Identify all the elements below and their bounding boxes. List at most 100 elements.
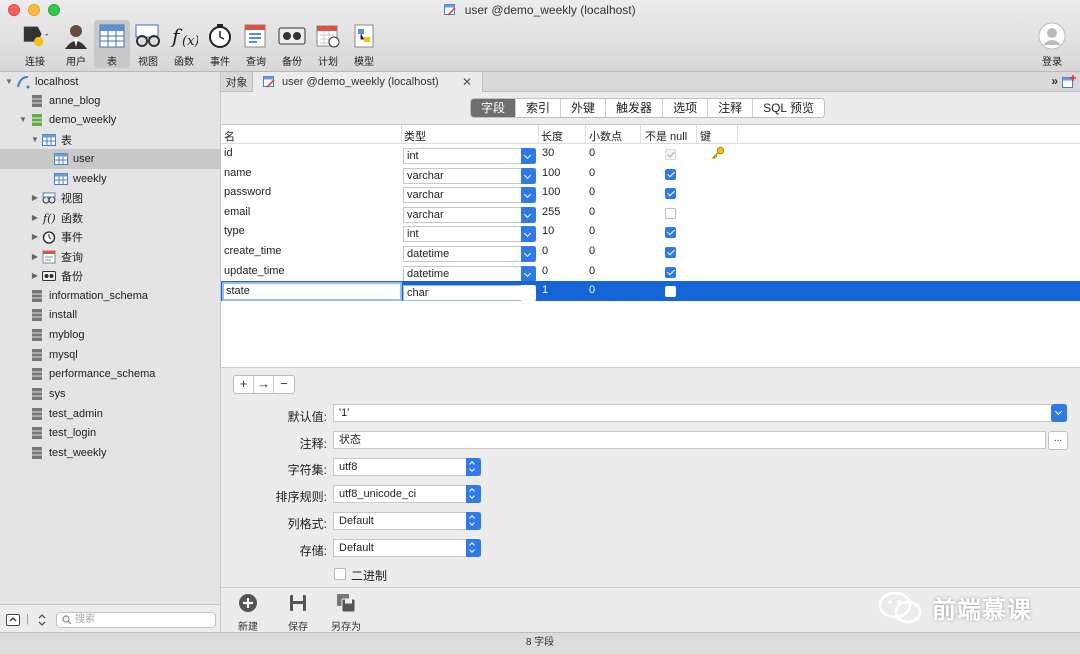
table-row[interactable]: email varchar 255 0 [221, 203, 1080, 223]
field-length[interactable]: 0 [542, 245, 548, 257]
not-null-checkbox[interactable] [665, 168, 676, 180]
field-decimals[interactable]: 0 [589, 284, 595, 296]
table-row[interactable]: name varchar 100 0 [221, 164, 1080, 184]
chevron-down-icon[interactable] [521, 285, 536, 302]
field-name[interactable]: password [224, 186, 271, 198]
not-null-checkbox[interactable] [665, 266, 676, 278]
field-decimals[interactable]: 0 [589, 147, 595, 159]
segment-fields[interactable]: 字段 [471, 99, 517, 117]
tree-item-anne-blog[interactable]: anne_blog [30, 91, 100, 110]
toolbar-function-button[interactable]: f (x) 函数 [166, 20, 202, 68]
tree-item-queries[interactable]: ▶ 查询 [30, 247, 83, 266]
tree-item-install[interactable]: install [30, 305, 77, 324]
more-tabs-icon[interactable]: » [1051, 74, 1058, 88]
field-decimals[interactable]: 0 [589, 206, 595, 218]
tree-item-events[interactable]: ▶ 事件 [30, 227, 83, 246]
charset-select[interactable]: utf8 [333, 458, 481, 476]
field-name[interactable]: name [224, 167, 252, 179]
default-value-field[interactable]: '1' [333, 404, 1067, 422]
collapse-arrow-icon[interactable]: ▶ [30, 271, 40, 280]
tree-item-test-login[interactable]: test_login [30, 423, 96, 442]
field-type-select[interactable]: datetime [403, 265, 536, 282]
add-field-button[interactable]: + [234, 376, 254, 393]
not-null-checkbox[interactable] [665, 188, 676, 200]
field-decimals[interactable]: 0 [589, 245, 595, 257]
tree-item-backups[interactable]: ▶ 备份 [30, 266, 83, 285]
field-name[interactable]: create_time [224, 245, 281, 257]
save-as-button[interactable]: 另存为 [331, 592, 361, 633]
chevron-updown-icon[interactable] [466, 512, 481, 530]
tab-objects[interactable]: 对象 [221, 72, 253, 92]
not-null-checkbox[interactable] [665, 247, 676, 258]
tree-item-sys[interactable]: sys [30, 384, 66, 403]
field-length[interactable]: 255 [542, 206, 560, 218]
field-name-editor[interactable]: state [222, 282, 402, 302]
chevron-down-icon[interactable] [1051, 404, 1067, 422]
chevron-down-icon[interactable] [521, 148, 536, 164]
segment-indexes[interactable]: 索引 [516, 99, 562, 117]
field-type-select[interactable]: varchar [403, 167, 536, 184]
binary-checkbox[interactable] [334, 568, 346, 580]
chevron-down-icon[interactable] [521, 265, 536, 282]
field-name[interactable]: update_time [224, 265, 285, 277]
field-length[interactable]: 100 [542, 167, 560, 179]
sidebar-toggle-icon[interactable] [6, 614, 20, 626]
tree-item-test-admin[interactable]: test_admin [30, 404, 103, 423]
not-null-checkbox[interactable] [665, 207, 676, 219]
toolbar-model-button[interactable]: 模型 [346, 20, 382, 68]
expand-arrow-icon[interactable]: ▼ [18, 115, 28, 124]
comment-field[interactable]: 状态 [333, 431, 1046, 449]
field-length[interactable]: 30 [542, 147, 554, 159]
tree-item-views[interactable]: ▶ 视图 [30, 188, 83, 207]
column-format-select[interactable]: Default [333, 512, 481, 530]
field-type-select[interactable]: int [403, 148, 536, 164]
table-row[interactable]: update_time datetime 0 0 [221, 262, 1080, 282]
tree-item-information-schema[interactable]: information_schema [30, 286, 148, 305]
toolbar-table-button[interactable]: 表 [94, 20, 130, 68]
comment-expand-button[interactable]: ... [1048, 431, 1068, 450]
insert-field-button[interactable]: → [254, 376, 274, 393]
table-row[interactable]: type int 10 0 [221, 222, 1080, 243]
toolbar-event-button[interactable]: 事件 [202, 20, 238, 68]
header-type[interactable]: 类型 [404, 128, 426, 144]
header-decimals[interactable]: 小数点 [589, 128, 622, 144]
save-button[interactable]: 保存 [287, 592, 309, 633]
segment-sql-preview[interactable]: SQL 预览 [753, 99, 824, 117]
segment-foreign-keys[interactable]: 外键 [561, 99, 607, 117]
tab-user-design[interactable]: user @demo_weekly (localhost) ✕ [253, 72, 483, 92]
tree-item-test-weekly[interactable]: test_weekly [30, 443, 106, 462]
tree-item-functions[interactable]: ▶ f() 函数 [30, 208, 83, 227]
chevron-down-icon[interactable] [521, 206, 536, 223]
header-name[interactable]: 名 [224, 128, 235, 144]
chevron-down-icon[interactable] [521, 167, 536, 184]
chevron-down-icon[interactable] [521, 226, 536, 243]
field-type-select[interactable]: char [403, 285, 536, 302]
field-name[interactable]: id [224, 147, 233, 159]
collation-select[interactable]: utf8_unicode_ci [333, 485, 481, 503]
field-decimals[interactable]: 0 [589, 186, 595, 198]
field-length[interactable]: 10 [542, 225, 554, 237]
close-tab-icon[interactable]: ✕ [462, 75, 472, 89]
field-decimals[interactable]: 0 [589, 167, 595, 179]
segment-options[interactable]: 选项 [663, 99, 709, 117]
login-button[interactable]: 登录 [1032, 20, 1072, 68]
chevron-updown-icon[interactable] [466, 458, 481, 476]
chevron-down-icon[interactable] [521, 246, 536, 262]
tree-item-demo-weekly[interactable]: ▼ demo_weekly [18, 110, 116, 129]
toolbar-schedule-button[interactable]: 计划 [310, 20, 346, 68]
field-type-select[interactable]: int [403, 226, 536, 243]
header-key[interactable]: 键 [700, 128, 711, 144]
collapse-arrow-icon[interactable]: ▶ [30, 252, 40, 261]
header-not-null[interactable]: 不是 null [645, 128, 687, 144]
field-name[interactable]: type [224, 225, 245, 237]
field-type-select[interactable]: varchar [403, 187, 536, 204]
segment-triggers[interactable]: 触发器 [606, 99, 664, 117]
expand-arrow-icon[interactable]: ▼ [4, 77, 14, 86]
tree-item-table-user[interactable]: user [54, 149, 94, 168]
field-length[interactable]: 100 [542, 186, 560, 198]
tree-item-mysql[interactable]: mysql [30, 345, 78, 364]
tree-item-performance-schema[interactable]: performance_schema [30, 364, 155, 383]
collapse-arrow-icon[interactable]: ▶ [30, 232, 40, 241]
tree-item-localhost[interactable]: ▼ localhost [4, 72, 78, 91]
not-null-checkbox[interactable] [665, 227, 676, 239]
